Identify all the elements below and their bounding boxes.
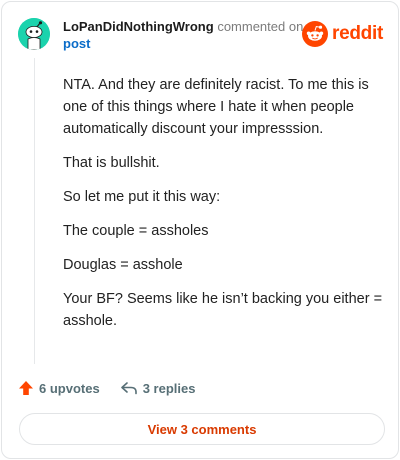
comment-body: NTA. And they are definitely racist. To …	[63, 74, 385, 344]
embedded-comment-card: LoPanDidNothingWrong commented on post r…	[1, 1, 399, 459]
upvote-button[interactable]: 6 upvotes	[18, 380, 100, 396]
comment-paragraph: NTA. And they are definitely racist. To …	[63, 77, 369, 137]
reddit-wordmark: reddit	[332, 23, 383, 44]
comment-paragraph: So let me put it this way:	[63, 189, 221, 205]
view-comments-button[interactable]: View 3 comments	[19, 413, 385, 445]
reply-arrow-icon	[120, 382, 137, 395]
comment-paragraph: That is bullshit.	[63, 155, 160, 171]
upvote-arrow-icon	[19, 381, 33, 395]
comment-header: LoPanDidNothingWrong commented on post	[63, 18, 313, 52]
replies-button[interactable]: 3 replies	[120, 380, 196, 396]
author-name[interactable]: LoPanDidNothingWrong	[63, 19, 214, 34]
avatar[interactable]	[18, 18, 50, 50]
snoo-avatar-icon	[18, 18, 50, 50]
post-link[interactable]: post	[63, 35, 313, 52]
upvote-count: 6 upvotes	[39, 380, 100, 396]
comment-paragraph: Your BF? Seems like he isn’t backing you…	[63, 291, 383, 329]
comment-paragraph: Douglas = asshole	[63, 257, 183, 273]
comment-paragraph: The couple = assholes	[63, 223, 209, 239]
thread-line[interactable]	[34, 58, 35, 364]
commented-on-text: commented on	[217, 19, 304, 34]
comment-actions: 6 upvotes 3 replies	[18, 378, 195, 398]
reply-count: 3 replies	[142, 380, 196, 396]
reddit-snoo-icon	[302, 21, 329, 47]
reddit-logo[interactable]: reddit	[302, 21, 383, 47]
